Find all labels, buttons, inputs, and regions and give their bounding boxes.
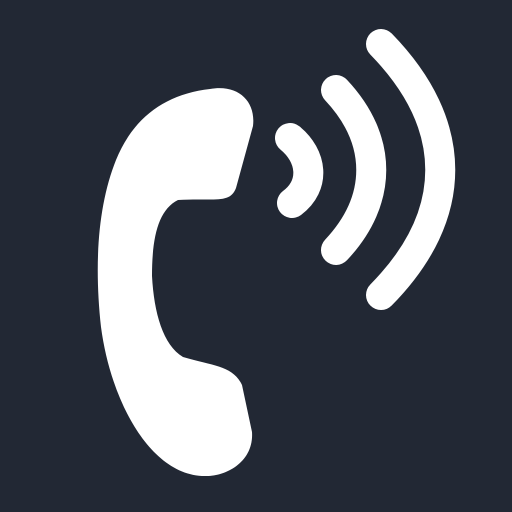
phone-ringing-app-icon — [0, 0, 512, 512]
sound-wave-small-icon — [275, 123, 324, 218]
phone-handset-icon — [97, 88, 254, 477]
sound-wave-medium-icon — [321, 75, 387, 265]
phone-ringing-icon — [97, 29, 456, 477]
sound-wave-large-icon — [366, 29, 456, 310]
